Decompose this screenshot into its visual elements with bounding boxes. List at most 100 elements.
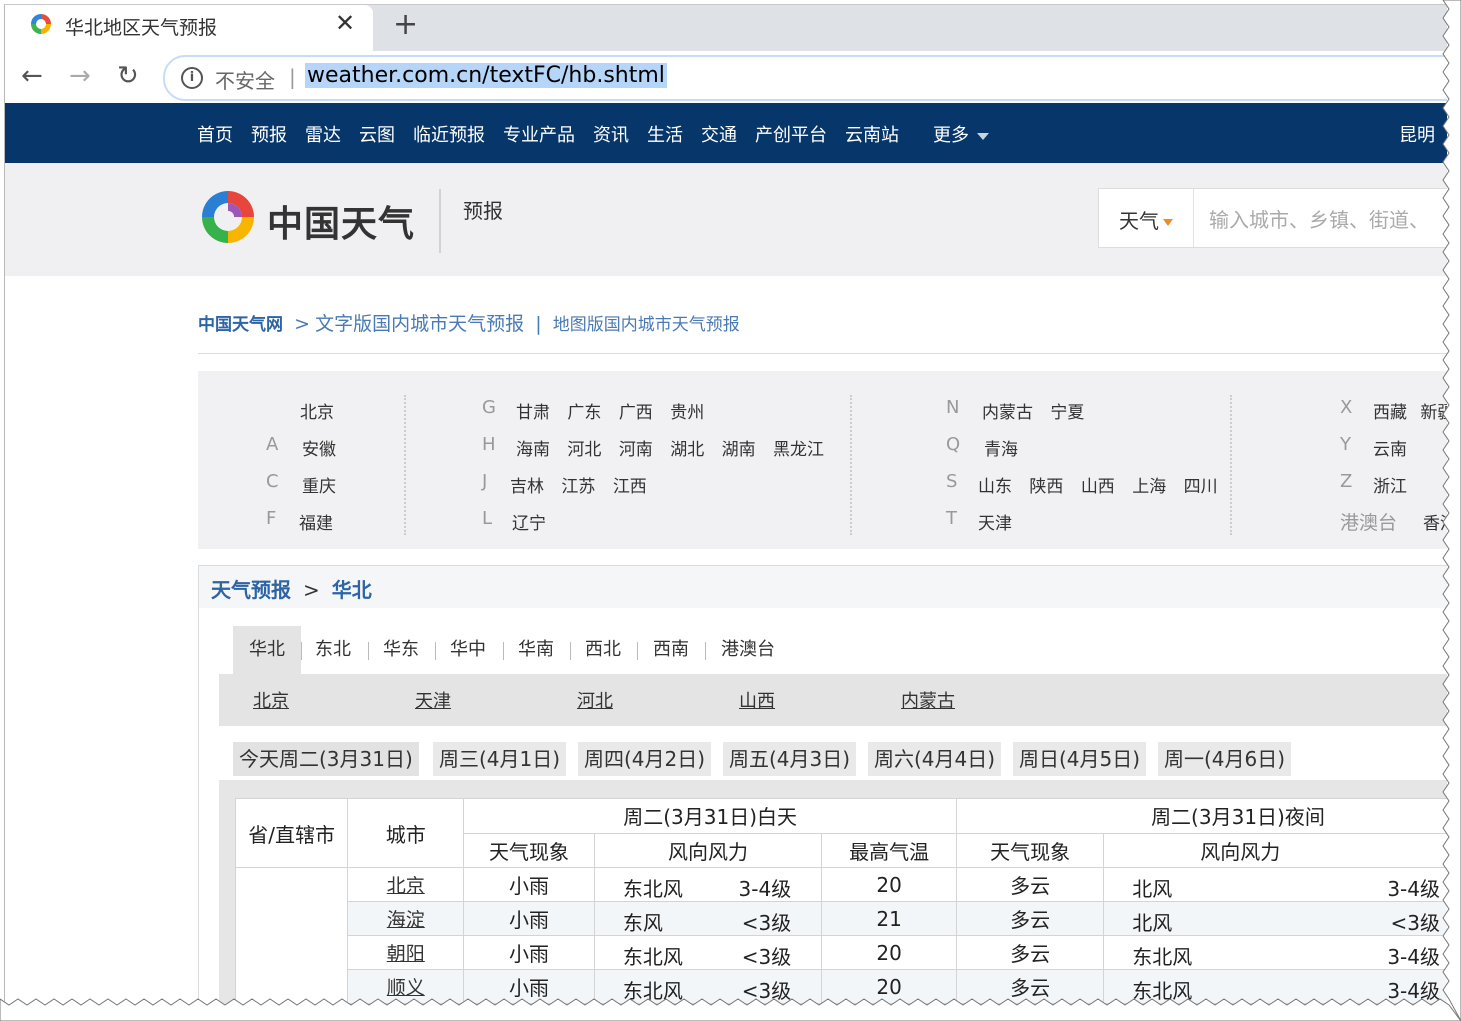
province-link[interactable]: 河南 xyxy=(619,440,653,460)
nav-traffic[interactable]: 交通 xyxy=(701,121,737,147)
province-link[interactable]: 吉林 xyxy=(510,477,544,497)
weather-cell: 小雨 xyxy=(463,901,595,936)
region-tab-dongbei[interactable]: 东北 xyxy=(315,626,351,674)
province-link[interactable]: 山东 xyxy=(978,477,1012,497)
region-tab-huanan[interactable]: 华南 xyxy=(518,626,554,674)
province-tab-tianjin[interactable]: 天津 xyxy=(415,687,451,713)
nav-more[interactable]: 更多 xyxy=(933,121,989,147)
breadcrumb-current[interactable]: 文字版国内城市天气预报 xyxy=(315,313,524,335)
wind-cell: 东北风 3-4级 xyxy=(593,867,823,902)
region-tab-gangaotai[interactable]: 港澳台 xyxy=(721,626,775,674)
province-link[interactable]: 云南 xyxy=(1373,435,1407,460)
weather-night-cell: 多云 xyxy=(956,901,1105,936)
city-link[interactable]: 北京 xyxy=(387,875,425,897)
new-tab-icon[interactable]: + xyxy=(393,8,418,42)
not-secure-label[interactable]: 不安全 xyxy=(215,65,275,94)
nav-news[interactable]: 资讯 xyxy=(593,121,629,147)
wind-level: <3级 xyxy=(741,945,792,969)
province-link[interactable]: 重庆 xyxy=(302,472,336,497)
header-day: 周二(3月31日)白天 xyxy=(463,798,958,834)
province-link[interactable]: 内蒙古 xyxy=(982,403,1033,423)
province-link[interactable]: 北京 xyxy=(300,398,334,423)
wind-level: <3级 xyxy=(1390,911,1440,935)
day-tab[interactable]: 今天周二(3月31日) xyxy=(233,742,419,776)
province-link[interactable]: 陕西 xyxy=(1029,477,1063,497)
close-tab-icon[interactable]: ✕ xyxy=(335,9,355,37)
day-tab[interactable]: 周五(4月3日) xyxy=(723,742,857,776)
province-link[interactable]: 西藏 xyxy=(1373,403,1407,423)
province-link[interactable]: 江西 xyxy=(613,477,647,497)
weather-logo-icon[interactable] xyxy=(198,187,258,247)
nav-radar[interactable]: 雷达 xyxy=(305,121,341,147)
province-link[interactable]: 宁夏 xyxy=(1050,403,1084,423)
breadcrumb-home[interactable]: 中国天气网 xyxy=(198,315,283,335)
forecast-title-region[interactable]: 华北 xyxy=(332,578,372,602)
province-link[interactable]: 黑龙江 xyxy=(773,440,824,460)
logo-text[interactable]: 中国天气 xyxy=(267,195,415,247)
province-link[interactable]: 安徽 xyxy=(302,435,336,460)
search-type-select[interactable]: 天气 xyxy=(1119,205,1173,234)
province-link[interactable]: 福建 xyxy=(299,509,333,534)
region-tab-xibei[interactable]: 西北 xyxy=(585,626,621,674)
province-link[interactable]: 河北 xyxy=(567,440,601,460)
region-tab-divider xyxy=(705,642,706,660)
city-link[interactable]: 朝阳 xyxy=(387,943,425,965)
province-link[interactable]: 广西 xyxy=(619,403,653,423)
region-tab-huadong[interactable]: 华东 xyxy=(383,626,419,674)
province-link[interactable]: 甘肃 xyxy=(516,403,550,423)
breadcrumb-map-link[interactable]: 地图版国内城市天气预报 xyxy=(553,315,740,335)
info-icon[interactable]: i xyxy=(181,67,203,89)
header-divider xyxy=(439,189,441,253)
province-link[interactable]: 海南 xyxy=(516,440,550,460)
caret-down-icon xyxy=(1163,219,1173,226)
search-input[interactable]: 输入城市、乡镇、街道、 xyxy=(1209,204,1429,233)
search-type-label: 天气 xyxy=(1119,209,1159,233)
province-link[interactable]: 青海 xyxy=(984,435,1018,460)
region-tab-huazhong[interactable]: 华中 xyxy=(450,626,486,674)
nav-products[interactable]: 专业产品 xyxy=(503,121,575,147)
browser-tab[interactable]: 华北地区天气预报 ✕ xyxy=(5,5,373,51)
province-tab-beijing[interactable]: 北京 xyxy=(253,687,289,713)
province-link[interactable]: 湖南 xyxy=(722,440,756,460)
wind-night-cell: 北风 <3级 xyxy=(1103,901,1447,936)
province-link[interactable]: 山西 xyxy=(1081,477,1115,497)
day-tab[interactable]: 周六(4月4日) xyxy=(868,742,1002,776)
region-tab-huabei[interactable]: 华北 xyxy=(233,626,301,674)
nav-home[interactable]: 首页 xyxy=(197,121,233,147)
wind-night-cell: 北风 3-4级 xyxy=(1103,867,1447,902)
province-link[interactable]: 四川 xyxy=(1184,477,1218,497)
day-tab[interactable]: 周四(4月2日) xyxy=(578,742,712,776)
forward-icon[interactable]: → xyxy=(69,61,91,91)
torn-edge-bottom xyxy=(0,998,1461,1021)
current-city[interactable]: 昆明 xyxy=(1399,121,1435,147)
nav-platform[interactable]: 产创平台 xyxy=(755,121,827,147)
province-letter: L xyxy=(482,508,493,529)
nav-nowcast[interactable]: 临近预报 xyxy=(413,121,485,147)
province-link[interactable]: 湖北 xyxy=(670,440,704,460)
province-link[interactable]: 辽宁 xyxy=(512,509,546,534)
province-tab-hebei[interactable]: 河北 xyxy=(577,687,613,713)
province-link[interactable]: 广东 xyxy=(567,403,601,423)
province-tab-neimenggu[interactable]: 内蒙古 xyxy=(901,687,955,713)
day-tab[interactable]: 周一(4月6日) xyxy=(1158,742,1292,776)
day-tab[interactable]: 周三(4月1日) xyxy=(433,742,567,776)
nav-yunnan[interactable]: 云南站 xyxy=(845,121,899,147)
region-tab-xinan[interactable]: 西南 xyxy=(653,626,689,674)
nav-cloud[interactable]: 云图 xyxy=(359,121,395,147)
province-link[interactable]: 贵州 xyxy=(670,403,704,423)
province-letter: N xyxy=(946,397,960,418)
address-bar[interactable]: i 不安全 | weather.com.cn/textFC/hb.shtml xyxy=(163,55,1447,101)
forecast-title-link[interactable]: 天气预报 xyxy=(211,578,291,602)
back-icon[interactable]: ← xyxy=(21,61,43,91)
reload-icon[interactable]: ↻ xyxy=(117,61,139,91)
nav-life[interactable]: 生活 xyxy=(647,121,683,147)
province-link[interactable]: 浙江 xyxy=(1373,472,1407,497)
province-tab-shanxi[interactable]: 山西 xyxy=(739,687,775,713)
province-link[interactable]: 上海 xyxy=(1132,477,1166,497)
nav-forecast[interactable]: 预报 xyxy=(251,121,287,147)
url-text[interactable]: weather.com.cn/textFC/hb.shtml xyxy=(305,63,667,88)
province-link[interactable]: 天津 xyxy=(978,509,1012,534)
province-link[interactable]: 江苏 xyxy=(561,477,595,497)
city-link[interactable]: 海淀 xyxy=(387,909,425,931)
day-tab[interactable]: 周日(4月5日) xyxy=(1013,742,1147,776)
